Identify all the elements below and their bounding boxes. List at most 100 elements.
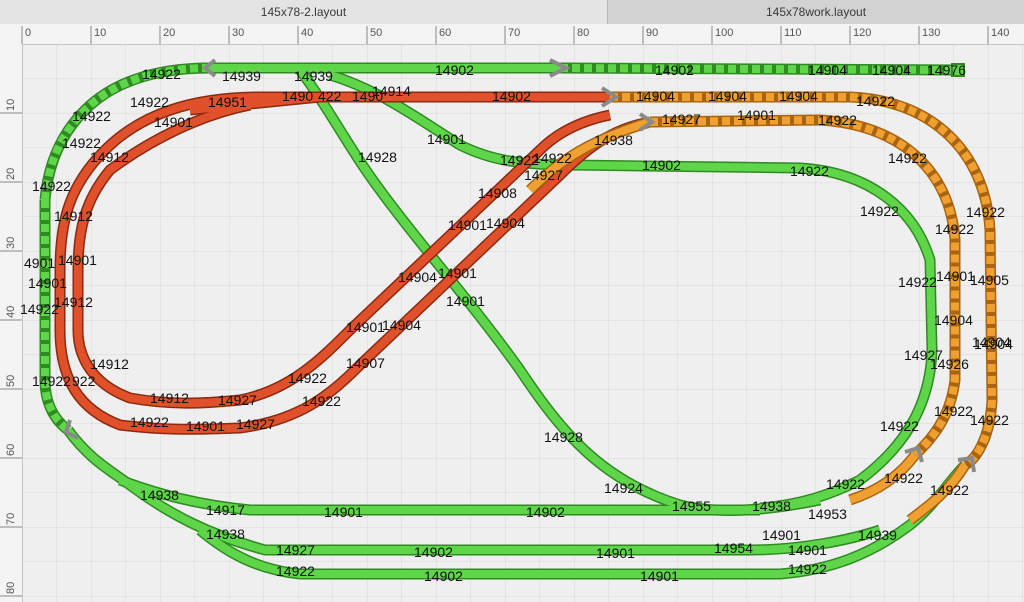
- track-piece-label[interactable]: 14938: [206, 526, 245, 542]
- track-piece-label[interactable]: 14938: [752, 498, 791, 514]
- track-piece-label[interactable]: 14951: [208, 94, 247, 110]
- track-piece-label[interactable]: 14902: [642, 157, 681, 173]
- ruler-left-label: 10: [5, 99, 17, 111]
- track-piece-label[interactable]: 922: [72, 373, 96, 389]
- track-piece-label[interactable]: 14901: [58, 252, 97, 268]
- track-piece-label[interactable]: 14901: [186, 418, 225, 434]
- track-piece-label[interactable]: 14927: [276, 542, 315, 558]
- track-piece-label[interactable]: 14922: [130, 94, 169, 110]
- track-piece-label[interactable]: 14922: [935, 221, 974, 237]
- track-piece-label[interactable]: 14904: [636, 88, 675, 104]
- ruler-left-label: 70: [5, 513, 17, 525]
- ruler-top-label: 40: [301, 27, 313, 39]
- track-piece-label[interactable]: 14922: [880, 418, 919, 434]
- track-piece-label[interactable]: 14928: [544, 429, 583, 445]
- track-piece-label[interactable]: 14922: [884, 470, 923, 486]
- track-piece-label[interactable]: 14902: [435, 62, 474, 78]
- track-piece-label[interactable]: 14927: [662, 111, 701, 127]
- track-piece-label[interactable]: 14904: [872, 62, 911, 78]
- track-piece-label[interactable]: 14927: [524, 167, 563, 183]
- track-piece-label[interactable]: 14901: [438, 265, 477, 281]
- track-piece-label[interactable]: 14904: [708, 88, 747, 104]
- track-piece-label[interactable]: 14922: [970, 412, 1009, 428]
- track-piece-label[interactable]: 14902: [655, 62, 694, 78]
- track-piece-label[interactable]: 14901: [446, 293, 485, 309]
- track-piece-label[interactable]: 14904: [974, 336, 1013, 352]
- track-piece-label[interactable]: 14922: [130, 414, 169, 430]
- track-piece-label[interactable]: 14901: [154, 114, 193, 130]
- track-piece-label[interactable]: 14976: [927, 62, 966, 78]
- track-piece-label[interactable]: 14928: [358, 149, 397, 165]
- track-piece-label[interactable]: 14922: [788, 561, 827, 577]
- track-piece-label[interactable]: 14922: [826, 476, 865, 492]
- track-piece-label[interactable]: 14914: [372, 83, 411, 99]
- track-piece-label[interactable]: 14953: [808, 506, 847, 522]
- track-piece-label[interactable]: 14922: [790, 163, 829, 179]
- ruler-top-label: 10: [94, 27, 106, 39]
- track-piece-label[interactable]: 14902: [526, 504, 565, 520]
- track-piece-label[interactable]: 14905: [970, 272, 1009, 288]
- track-piece-label[interactable]: 14904: [398, 269, 437, 285]
- track-piece-label[interactable]: 14922: [302, 393, 341, 409]
- track-piece-label[interactable]: 14922: [32, 373, 71, 389]
- track-piece-label[interactable]: 14901: [788, 542, 827, 558]
- track-piece-label[interactable]: 14939: [294, 68, 333, 84]
- track-piece-label[interactable]: 4901: [24, 255, 55, 271]
- track-piece-label[interactable]: 14904: [779, 88, 818, 104]
- track-piece-label[interactable]: 14922: [276, 563, 315, 579]
- track-piece-label[interactable]: 14922: [934, 403, 973, 419]
- track-piece-label[interactable]: 14908: [478, 185, 517, 201]
- track-piece-label[interactable]: 14901: [762, 527, 801, 543]
- track-piece-label[interactable]: 14927: [218, 392, 257, 408]
- track-piece-label[interactable]: 14904: [808, 62, 847, 78]
- track-piece-label[interactable]: 14907: [346, 355, 385, 371]
- track-piece-label[interactable]: 14901: [448, 217, 487, 233]
- track-piece-label[interactable]: 14901: [346, 319, 385, 335]
- track-piece-label[interactable]: 14926: [930, 356, 969, 372]
- track-piece-label[interactable]: 14955: [672, 498, 711, 514]
- track-piece-label[interactable]: 14922: [888, 150, 927, 166]
- track-piece-label[interactable]: 14904: [486, 215, 525, 231]
- track-piece-label[interactable]: 14924: [604, 480, 643, 496]
- track-piece-label[interactable]: 14902: [414, 544, 453, 560]
- ruler-top-label: 0: [25, 27, 31, 39]
- track-piece-label[interactable]: 14922: [142, 66, 181, 82]
- track-piece-label[interactable]: 14912: [90, 356, 129, 372]
- track-piece-label[interactable]: 14922: [288, 370, 327, 386]
- track-piece-label[interactable]: 14904: [934, 312, 973, 328]
- track-piece-label[interactable]: 14912: [54, 208, 93, 224]
- track-piece-label[interactable]: 14939: [858, 527, 897, 543]
- track-piece-label[interactable]: 422: [318, 88, 342, 104]
- track-piece-label[interactable]: 14939: [222, 68, 261, 84]
- track-piece-label[interactable]: 14927: [236, 416, 275, 432]
- track-piece-label[interactable]: 14917: [206, 502, 245, 518]
- track-piece-label[interactable]: 14904: [382, 317, 421, 333]
- track-piece-label[interactable]: 14938: [594, 132, 633, 148]
- track-piece-label[interactable]: 14902: [424, 568, 463, 584]
- track-piece-label[interactable]: 14922: [72, 108, 111, 124]
- track-piece-label[interactable]: 14922: [966, 204, 1005, 220]
- track-piece-label[interactable]: 14912: [54, 294, 93, 310]
- track-piece-label[interactable]: 14901: [737, 107, 776, 123]
- track-piece-label[interactable]: 14922: [533, 150, 572, 166]
- track-piece-label[interactable]: 14912: [150, 390, 189, 406]
- track-piece-label[interactable]: 14922: [818, 112, 857, 128]
- track-piece-label[interactable]: 14901: [640, 568, 679, 584]
- track-piece-label[interactable]: 14922: [898, 274, 937, 290]
- track-piece-label[interactable]: 14901: [427, 131, 466, 147]
- track-piece-label[interactable]: 14922: [856, 93, 895, 109]
- ruler-top-label: 60: [439, 27, 451, 39]
- track-piece-label[interactable]: 14901: [324, 504, 363, 520]
- track-piece-label[interactable]: 14902: [492, 88, 531, 104]
- track-piece-label[interactable]: 14922: [32, 178, 71, 194]
- track-piece-label[interactable]: 1490: [282, 88, 313, 104]
- layout-canvas[interactable]: 0 10 20 30 40 50 60 70 80 90 100 110 120 130 140 10 20 30…: [0, 0, 1024, 602]
- track-piece-label[interactable]: 14954: [714, 540, 753, 556]
- track-piece-label[interactable]: 14901: [596, 545, 635, 561]
- track-piece-label[interactable]: 14922: [930, 482, 969, 498]
- track-piece-label[interactable]: 14912: [90, 149, 129, 165]
- track-piece-label[interactable]: 14901: [28, 275, 67, 291]
- track-piece-label[interactable]: 14938: [140, 487, 179, 503]
- ruler-left-label: 50: [5, 375, 17, 387]
- track-piece-label[interactable]: 14922: [860, 203, 899, 219]
